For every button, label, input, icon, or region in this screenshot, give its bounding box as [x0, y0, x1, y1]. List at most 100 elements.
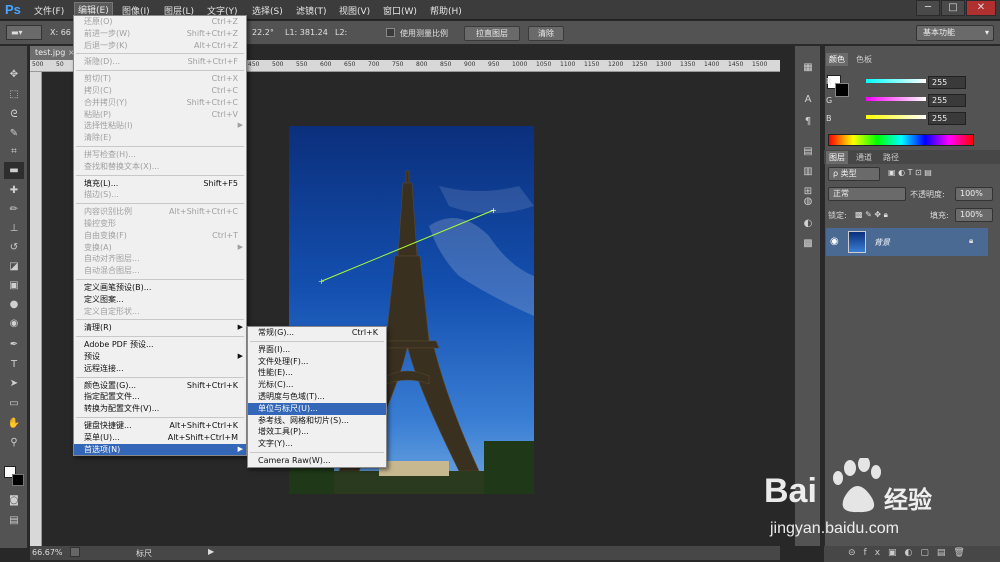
hand-tool-icon[interactable]: ✋	[4, 415, 24, 432]
tab-layers[interactable]: 图层	[826, 151, 848, 164]
gradient-tool-icon[interactable]: ▣	[4, 277, 24, 294]
preferences-item[interactable]: 性能(E)...	[248, 367, 386, 379]
edit-menu-item[interactable]: 填充(L)... Shift+F5	[74, 178, 246, 190]
menu-window[interactable]: 窗口(W)	[380, 4, 420, 17]
menu-separator	[76, 319, 244, 321]
use-measure-scale-checkbox[interactable]	[386, 28, 395, 37]
layer-name[interactable]: 背景	[874, 237, 890, 248]
straighten-layer-button[interactable]: 拉直图层	[464, 26, 520, 41]
red-value[interactable]: 255	[928, 76, 966, 89]
status-arrow-icon[interactable]: ▶	[208, 547, 214, 556]
preferences-item[interactable]: 参考线、网格和切片(S)...	[248, 415, 386, 427]
preferences-item[interactable]: 界面(I)...	[248, 344, 386, 356]
tab-swatches[interactable]: 色板	[853, 53, 875, 66]
edit-menu-item[interactable]: 指定配置文件...	[74, 391, 246, 403]
quick-mask-icon[interactable]: ◙	[4, 492, 24, 509]
lasso-tool-icon[interactable]: ᘓ	[4, 106, 24, 123]
background-color-swatch[interactable]	[12, 474, 24, 486]
blue-slider[interactable]	[866, 115, 926, 119]
svg-text:+: +	[490, 206, 497, 215]
tab-channels[interactable]: 通道	[853, 151, 875, 164]
maximize-button[interactable]: □	[941, 0, 965, 16]
preferences-item[interactable]: 文字(Y)...	[248, 438, 386, 450]
edit-menu-item[interactable]: 清理(R) ▶	[74, 322, 246, 334]
eye-icon[interactable]: ◉	[830, 236, 839, 247]
menu-select[interactable]: 选择(S)	[249, 4, 286, 17]
zoom-level[interactable]: 66.67%	[32, 548, 63, 557]
paragraph-panel-icon[interactable]: ¶	[800, 116, 816, 130]
fill-field[interactable]: 100%	[955, 208, 993, 222]
menu-filter[interactable]: 滤镜(T)	[293, 4, 330, 17]
edit-menu-item[interactable]: 菜单(U)... Alt+Shift+Ctrl+M	[74, 432, 246, 444]
history-panel-icon[interactable]: ▦	[800, 62, 816, 76]
marquee-tool-icon[interactable]: ⬚	[4, 86, 24, 103]
share-icon[interactable]	[70, 547, 80, 557]
blur-tool-icon[interactable]: ●	[4, 296, 24, 313]
menu-file[interactable]: 文件(F)	[31, 4, 67, 17]
path-select-tool-icon[interactable]: ➤	[4, 375, 24, 392]
screen-mode-icon[interactable]: ▤	[4, 512, 24, 529]
green-value[interactable]: 255	[928, 94, 966, 107]
history-brush-icon[interactable]: ↺	[4, 239, 24, 256]
brush-tool-icon[interactable]: ✏	[4, 201, 24, 218]
edit-menu-item[interactable]: 颜色设置(G)... Shift+Ctrl+K	[74, 380, 246, 392]
edit-menu-item[interactable]: 首选项(N) ▶	[74, 443, 246, 456]
eraser-tool-icon[interactable]: ◪	[4, 258, 24, 275]
layer-row-background[interactable]: ◉ 背景 🔒︎	[826, 228, 988, 256]
red-slider[interactable]	[866, 79, 926, 83]
lock-icons[interactable]: ▩ ✎ ✥ 🔒︎	[855, 210, 888, 220]
edit-menu-item[interactable]: 预设 ▶	[74, 351, 246, 363]
preferences-item[interactable]: 单位与标尺(U)...	[248, 402, 386, 415]
pen-tool-icon[interactable]: ✒	[4, 336, 24, 353]
crop-tool-icon[interactable]: ⌗	[4, 143, 24, 160]
layer-filter-icons[interactable]: ▣ ◐ T ⊡ ▤	[888, 168, 932, 177]
healing-brush-icon[interactable]: ✚	[4, 182, 24, 199]
move-tool-icon[interactable]: ✥	[4, 66, 24, 83]
close-button[interactable]: ✕	[966, 0, 996, 16]
menu-help[interactable]: 帮助(H)	[427, 4, 465, 17]
workspace-select[interactable]: 基本功能 ▾	[916, 25, 994, 41]
type-tool-icon[interactable]: T	[4, 356, 24, 373]
edit-menu-item[interactable]: 定义图案...	[74, 294, 246, 306]
shape-tool-icon[interactable]: ▭	[4, 395, 24, 412]
layer-footer-icons[interactable]: ⊝fx▣◐▢▤🗑︎	[848, 548, 973, 558]
preferences-item[interactable]: 增效工具(P)...	[248, 426, 386, 438]
clear-button[interactable]: 清除	[528, 26, 564, 41]
zoom-tool-icon[interactable]: ⚲	[4, 434, 24, 451]
edit-menu-item[interactable]: 键盘快捷键... Alt+Shift+Ctrl+K	[74, 420, 246, 432]
menu-view[interactable]: 视图(V)	[336, 4, 373, 17]
color-bg-swatch[interactable]	[835, 83, 849, 97]
actions-panel-icon[interactable]: ◍	[800, 196, 816, 210]
edit-menu-item[interactable]: 远程连接...	[74, 363, 246, 375]
opacity-field[interactable]: 100%	[955, 187, 993, 201]
tool-presets-icon[interactable]: ◐	[800, 218, 816, 232]
properties-panel-icon[interactable]: ▥	[800, 166, 816, 180]
ruler-tool-icon[interactable]: ▬	[4, 162, 24, 179]
ruler-tool-preset[interactable]: ▬▾	[6, 25, 42, 40]
preferences-item[interactable]: 文件处理(F)...	[248, 356, 386, 368]
ruler-tick-label: 1300	[656, 61, 672, 68]
info-panel-icon[interactable]: ▤	[800, 146, 816, 160]
edit-menu-item[interactable]: 转换为配置文件(V)...	[74, 403, 246, 415]
stamp-tool-icon[interactable]: ⊥	[4, 220, 24, 237]
menu-item-shortcut: Ctrl+X	[211, 74, 238, 84]
preferences-item[interactable]: 光标(C)...	[248, 379, 386, 391]
quick-select-tool-icon[interactable]: ✎	[4, 125, 24, 142]
blue-value[interactable]: 255	[928, 112, 966, 125]
layer-filter-select[interactable]: ρ 类型	[828, 167, 880, 181]
tab-paths[interactable]: 路径	[880, 151, 902, 164]
dodge-tool-icon[interactable]: ◉	[4, 315, 24, 332]
navigator-panel-icon[interactable]: ▩	[800, 238, 816, 252]
edit-menu-item[interactable]: Adobe PDF 预设...	[74, 339, 246, 351]
preferences-item[interactable]: 透明度与色域(T)...	[248, 391, 386, 403]
tab-color[interactable]: 颜色	[826, 53, 848, 66]
vertical-ruler	[30, 72, 42, 546]
character-panel-icon[interactable]: A	[800, 94, 816, 108]
edit-menu-item[interactable]: 定义画笔预设(B)...	[74, 282, 246, 294]
preferences-item[interactable]: Camera Raw(W)...	[248, 455, 386, 467]
minimize-button[interactable]: ─	[916, 0, 940, 16]
preferences-item[interactable]: 常规(G)... Ctrl+K	[248, 327, 386, 339]
color-spectrum[interactable]	[828, 134, 974, 146]
green-slider[interactable]	[866, 97, 926, 101]
blend-mode-select[interactable]: 正常	[828, 187, 906, 201]
